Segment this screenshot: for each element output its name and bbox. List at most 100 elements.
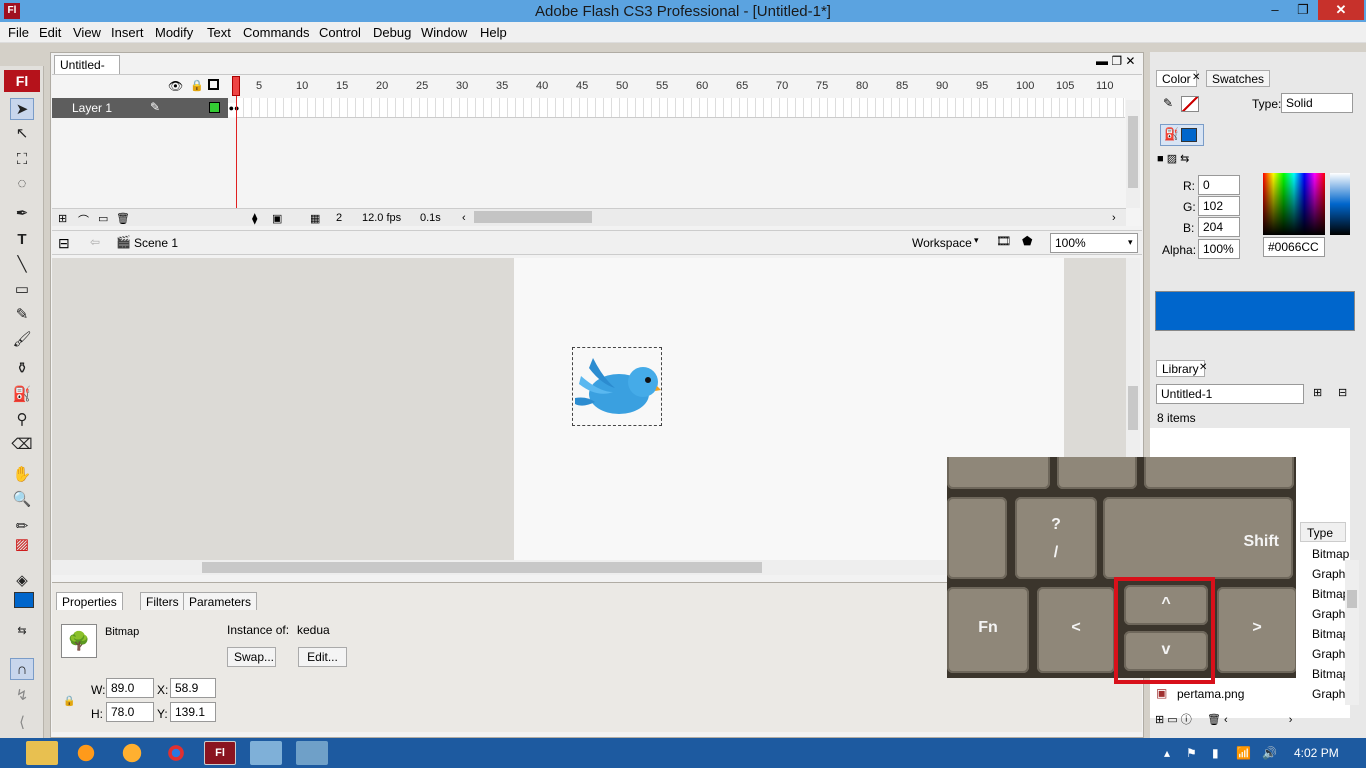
library-item-name[interactable]: pertama.png: [1177, 687, 1244, 701]
text-tool-icon[interactable]: T: [10, 229, 34, 251]
width-field[interactable]: 89.0: [106, 678, 154, 698]
menu-commands[interactable]: Commands: [243, 25, 309, 40]
stroke-swatch-icon[interactable]: ▨: [10, 534, 34, 556]
line-tool-icon[interactable]: ╲: [10, 254, 34, 276]
edit-scene-icon[interactable]: 🎞: [996, 234, 1011, 248]
hex-field[interactable]: #0066CC: [1263, 237, 1325, 257]
scene-label[interactable]: Scene 1: [134, 236, 178, 250]
lock-icon[interactable]: 🔒: [190, 79, 204, 92]
flash-taskbar-icon[interactable]: Fl: [204, 741, 236, 765]
stroke-swatch[interactable]: [1181, 96, 1199, 112]
tab-color[interactable]: Color: [1156, 70, 1197, 87]
scroll-left-icon[interactable]: ‹: [462, 212, 466, 224]
keyframe-marker[interactable]: ●●: [228, 103, 240, 117]
lasso-tool-icon[interactable]: ◌: [10, 173, 34, 195]
menu-control[interactable]: Control: [319, 25, 361, 40]
menu-file[interactable]: File: [8, 25, 29, 40]
menu-insert[interactable]: Insert: [111, 25, 144, 40]
library-footer-icons[interactable]: ⊞ ▭ ⓘ 🗑 ‹ ›: [1155, 711, 1292, 727]
brightness-slider[interactable]: [1330, 173, 1350, 235]
close-icon[interactable]: ✕: [1192, 72, 1200, 83]
zoom-dropdown-icon[interactable]: ▾: [1128, 237, 1133, 248]
volume-icon[interactable]: 🔊: [1262, 746, 1277, 760]
tab-properties[interactable]: Properties: [56, 592, 123, 610]
menu-modify[interactable]: Modify: [155, 25, 193, 40]
paint-icon[interactable]: [296, 741, 328, 765]
timeline-toggle-icon[interactable]: ⊟: [58, 235, 70, 252]
color-mode-icons[interactable]: ■ ▨ ⇆: [1157, 152, 1189, 165]
playhead[interactable]: [232, 76, 240, 96]
center-frame-icon[interactable]: ⧫: [252, 212, 257, 225]
close-icon[interactable]: ✕: [1199, 362, 1207, 373]
battery-icon[interactable]: ▮: [1212, 746, 1219, 760]
menu-view[interactable]: View: [73, 25, 101, 40]
menu-edit[interactable]: Edit: [39, 25, 61, 40]
tab-swatches[interactable]: Swatches: [1206, 70, 1271, 87]
lock-ratio-icon[interactable]: 🔒: [63, 696, 75, 707]
alpha-field[interactable]: 100%: [1198, 239, 1240, 259]
insert-folder-icon[interactable]: ▭: [98, 212, 108, 225]
fill-selector[interactable]: ⛽: [1160, 124, 1204, 146]
scroll-right-icon[interactable]: ›: [1112, 212, 1116, 224]
selection-tool-icon[interactable]: ➤: [10, 98, 34, 120]
layer-row[interactable]: Layer 1 ✎: [52, 98, 228, 118]
hand-tool-icon[interactable]: ✋: [10, 464, 34, 486]
swap-button[interactable]: Swap...: [227, 647, 276, 667]
timeline-hscroll-thumb[interactable]: [474, 211, 592, 223]
frame-rate[interactable]: 12.0 fps: [362, 212, 401, 224]
workspace-menu[interactable]: Workspace: [912, 236, 972, 250]
flag-icon[interactable]: ⚑: [1186, 746, 1197, 760]
firefox-icon[interactable]: [70, 741, 102, 765]
stroke-pencil-icon[interactable]: ✎: [1163, 96, 1173, 110]
app-orb-icon[interactable]: [116, 741, 148, 765]
notepad-icon[interactable]: [250, 741, 282, 765]
delete-layer-icon[interactable]: 🗑: [116, 212, 130, 225]
library-doc-select[interactable]: Untitled-1: [1156, 384, 1304, 404]
network-icon[interactable]: 📶: [1236, 746, 1251, 760]
onion-skin-icon[interactable]: ▣: [272, 212, 282, 225]
back-arrow-icon[interactable]: ⇦: [90, 235, 100, 249]
subselection-tool-icon[interactable]: ↖: [10, 123, 34, 145]
motion-guide-icon[interactable]: ⌒: [78, 212, 89, 228]
tab-parameters[interactable]: Parameters: [183, 592, 258, 610]
y-field[interactable]: 139.1: [170, 702, 216, 722]
eraser-tool-icon[interactable]: ⌫: [10, 434, 34, 456]
library-vscroll[interactable]: [1345, 560, 1359, 705]
bird-bitmap[interactable]: [572, 347, 662, 426]
zoom-tool-icon[interactable]: 🔍: [10, 489, 34, 511]
file-explorer-icon[interactable]: [26, 741, 58, 765]
smooth-icon[interactable]: ↯: [10, 685, 34, 707]
new-library-icon[interactable]: ⊟: [1338, 386, 1347, 399]
fill-color-icon[interactable]: ◈: [10, 570, 34, 592]
close-button[interactable]: ✕: [1318, 0, 1364, 20]
rectangle-tool-icon[interactable]: ▭: [10, 279, 34, 301]
menu-debug[interactable]: Debug: [373, 25, 411, 40]
pencil-tool-icon[interactable]: ✎: [10, 304, 34, 326]
g-field[interactable]: 102: [1198, 196, 1240, 216]
outline-icon[interactable]: [208, 79, 219, 90]
eyedropper-tool-icon[interactable]: ⚲: [10, 409, 34, 431]
color-spectrum[interactable]: [1263, 173, 1325, 235]
chrome-icon[interactable]: [160, 741, 192, 765]
menu-help[interactable]: Help: [480, 25, 507, 40]
snap-magnet-icon[interactable]: ∩: [10, 658, 34, 680]
free-transform-tool-icon[interactable]: ⛶: [10, 149, 34, 171]
edit-multiple-icon[interactable]: ▦: [310, 212, 320, 225]
brush-tool-icon[interactable]: 🖌: [10, 329, 34, 351]
tab-filters[interactable]: Filters: [140, 592, 185, 610]
height-field[interactable]: 78.0: [106, 702, 154, 722]
tray-up-icon[interactable]: ▴: [1164, 746, 1170, 760]
b-field[interactable]: 204: [1198, 217, 1240, 237]
pen-tool-icon[interactable]: ✒: [10, 203, 34, 225]
layer-name[interactable]: Layer 1: [72, 101, 112, 115]
restore-button[interactable]: ❐: [1290, 0, 1316, 20]
insert-layer-icon[interactable]: ⊞: [58, 212, 67, 225]
fill-swatch[interactable]: [14, 592, 34, 608]
swap-colors-icon[interactable]: ⇆: [10, 620, 34, 642]
edit-button[interactable]: Edit...: [298, 647, 347, 667]
ink-bottle-tool-icon[interactable]: ⚱: [10, 358, 34, 380]
eye-icon[interactable]: 👁: [168, 79, 183, 93]
layer-frames[interactable]: [236, 98, 1125, 118]
edit-symbols-icon[interactable]: ⬟: [1022, 234, 1032, 248]
clock[interactable]: 4:02 PM: [1294, 746, 1339, 760]
